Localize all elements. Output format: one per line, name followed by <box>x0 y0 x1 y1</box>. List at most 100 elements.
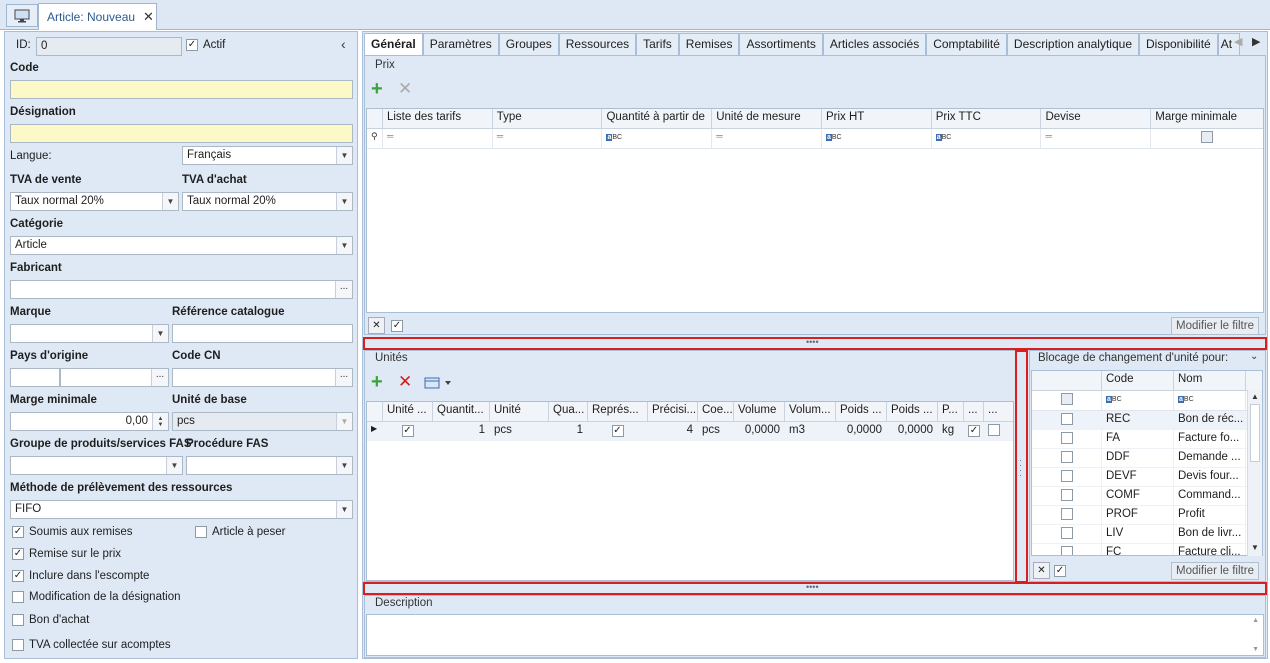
soumis-remises-checkbox[interactable]: ✓ Soumis aux remises <box>12 526 133 538</box>
dropdown-arrow-icon[interactable]: ▼ <box>336 193 352 210</box>
splitter-grip-icon[interactable]: · · · · <box>1019 456 1023 480</box>
prix-modify-filter-button[interactable]: Modifier le filtre <box>1171 317 1259 335</box>
column-header[interactable]: Qua... <box>549 402 588 421</box>
column-header[interactable]: Unité ... <box>383 402 433 421</box>
text-filter-icon[interactable]: aBC <box>932 129 1042 148</box>
scroll-tabs-left-icon[interactable]: ◀ <box>1234 35 1242 48</box>
splitter-grip-icon[interactable]: •••• <box>806 337 819 347</box>
table-row[interactable]: PROF Profit <box>1032 506 1262 525</box>
reference-catalogue-field[interactable] <box>172 324 353 343</box>
checkbox-filter[interactable] <box>1151 129 1263 148</box>
remise-prix-checkbox[interactable]: ✓ Remise sur le prix <box>12 548 121 560</box>
tva-vente-select[interactable]: Taux normal 20% ▼ <box>10 192 179 211</box>
designation-field[interactable] <box>10 124 353 143</box>
groupe-fas-select[interactable]: ▼ <box>10 456 183 475</box>
dropdown-arrow-icon[interactable]: ▼ <box>152 325 168 342</box>
tva-achat-select[interactable]: Taux normal 20% ▼ <box>182 192 353 211</box>
blocage-filter-row[interactable]: aBC aBC <box>1032 391 1262 411</box>
scroll-up-icon[interactable]: ▲ <box>1252 617 1259 624</box>
row-checkbox[interactable] <box>1060 470 1073 482</box>
table-row[interactable]: FA Facture fo... <box>1032 430 1262 449</box>
code-cn-field[interactable]: ... <box>172 368 353 387</box>
close-icon[interactable]: ✕ <box>143 9 154 25</box>
row-checkbox[interactable] <box>1060 489 1073 501</box>
dropdown-arrow-icon[interactable]: ▼ <box>166 457 182 474</box>
text-filter-icon[interactable]: aBC <box>1174 391 1246 410</box>
tab-groupes[interactable]: Groupes <box>498 33 559 55</box>
tab-assortiments[interactable]: Assortiments <box>739 33 823 55</box>
column-header[interactable]: Volume <box>734 402 785 421</box>
scrollbar-thumb[interactable] <box>1250 404 1260 462</box>
prix-grid[interactable]: Liste des tarifs Type Quantité à partir … <box>366 108 1264 313</box>
table-row[interactable]: COMF Command... <box>1032 487 1262 506</box>
delete-icon[interactable]: ✕ <box>398 80 412 97</box>
column-header[interactable]: P... <box>938 402 964 421</box>
dropdown-arrow-icon[interactable]: ▼ <box>336 237 352 254</box>
table-row[interactable]: FC Facture cli... <box>1032 544 1262 555</box>
column-header[interactable]: Précisi... <box>648 402 698 421</box>
dropdown-arrow-icon[interactable]: ▼ <box>162 193 178 210</box>
langue-select[interactable]: Français ▼ <box>182 146 353 165</box>
column-header[interactable]: Unité <box>490 402 549 421</box>
marge-minimale-field[interactable]: 0,00 ▲ ▼ <box>10 412 169 431</box>
inclure-escompte-checkbox[interactable]: ✓ Inclure dans l'escompte <box>12 570 149 582</box>
column-header[interactable]: Quantit... <box>433 402 490 421</box>
add-icon[interactable]: + <box>371 372 383 392</box>
table-row[interactable]: ▶ ✓ 1 pcs 1 ✓ 4 pcs 0,0000 m3 0,0000 0,0… <box>367 422 1013 441</box>
equals-filter-icon[interactable]: ═ <box>493 129 603 148</box>
scroll-down-icon[interactable]: ▼ <box>1251 543 1259 552</box>
text-filter-icon[interactable]: aBC <box>602 129 713 148</box>
column-header[interactable]: Devise <box>1041 109 1152 128</box>
tab-ressources[interactable]: Ressources <box>558 33 637 55</box>
prix-filter-row[interactable]: ⚲ ═ ═ aBC ═ aBC aBC ═ <box>367 129 1263 149</box>
blocage-modify-filter-button[interactable]: Modifier le filtre <box>1171 562 1259 580</box>
scroll-up-icon[interactable]: ▲ <box>1251 392 1259 401</box>
table-row[interactable]: LIV Bon de livr... <box>1032 525 1262 544</box>
add-icon[interactable]: + <box>371 79 383 99</box>
tva-acomptes-checkbox[interactable]: TVA collectée sur acomptes <box>12 639 171 651</box>
filter-enabled-checkbox[interactable]: ✓ <box>391 320 403 332</box>
column-header[interactable]: ... <box>964 402 984 421</box>
delete-icon[interactable]: ✕ <box>398 373 412 390</box>
row-checkbox[interactable] <box>1060 451 1073 463</box>
equals-filter-icon[interactable]: ═ <box>383 129 493 148</box>
ellipsis-button[interactable]: ... <box>335 281 352 298</box>
tab-general[interactable]: Général <box>364 33 423 56</box>
column-header[interactable]: Code <box>1102 371 1174 390</box>
row-checkbox[interactable] <box>1060 546 1073 555</box>
tab-comptabilite[interactable]: Comptabilité <box>926 33 1007 55</box>
filter-enabled-checkbox[interactable]: ✓ <box>1054 565 1066 577</box>
column-header[interactable]: Coe... <box>698 402 734 421</box>
column-header[interactable]: Poids ... <box>887 402 938 421</box>
column-header[interactable]: Prix HT <box>822 109 932 128</box>
ellipsis-button[interactable]: ... <box>335 369 352 386</box>
clear-filter-icon[interactable]: ✕ <box>1033 562 1050 579</box>
checkbox-filter[interactable] <box>1032 391 1102 410</box>
text-filter-icon[interactable]: aBC <box>822 129 932 148</box>
procedure-fas-select[interactable]: ▼ <box>186 456 353 475</box>
scroll-tabs-right-icon[interactable]: ▶ <box>1252 35 1260 48</box>
tab-parametres[interactable]: Paramètres <box>422 33 499 55</box>
ellipsis-button[interactable]: ... <box>151 369 168 386</box>
dropdown-arrow-icon[interactable]: ▼ <box>336 147 352 164</box>
table-row[interactable]: REC Bon de réc... <box>1032 411 1262 430</box>
column-header[interactable]: Représ... <box>588 402 648 421</box>
table-row[interactable]: DDF Demande ... <box>1032 449 1262 468</box>
dropdown-arrow-icon[interactable]: ▼ <box>336 501 352 518</box>
table-row[interactable]: DEVF Devis four... <box>1032 468 1262 487</box>
column-header[interactable]: Nom <box>1174 371 1246 390</box>
row-checkbox[interactable] <box>1060 413 1073 425</box>
text-filter-icon[interactable]: aBC <box>1102 391 1174 410</box>
document-tab[interactable]: Article: Nouveau ✕ <box>38 3 157 30</box>
row-checkbox[interactable] <box>1060 508 1073 520</box>
marque-select[interactable]: ▼ <box>10 324 169 343</box>
tab-tarifs[interactable]: Tarifs <box>636 33 679 55</box>
scroll-down-icon[interactable]: ▼ <box>1252 646 1259 653</box>
code-field[interactable] <box>10 80 353 99</box>
actif-checkbox[interactable]: ✓ Actif <box>186 39 225 51</box>
methode-prelevement-select[interactable]: FIFO ▼ <box>10 500 353 519</box>
tab-disponibilite[interactable]: Disponibilité <box>1139 33 1218 55</box>
chevron-down-icon[interactable]: ⌄ <box>1250 351 1258 362</box>
vertical-scrollbar[interactable]: ▲ ▼ <box>1247 390 1262 556</box>
column-header[interactable]: Poids ... <box>836 402 887 421</box>
